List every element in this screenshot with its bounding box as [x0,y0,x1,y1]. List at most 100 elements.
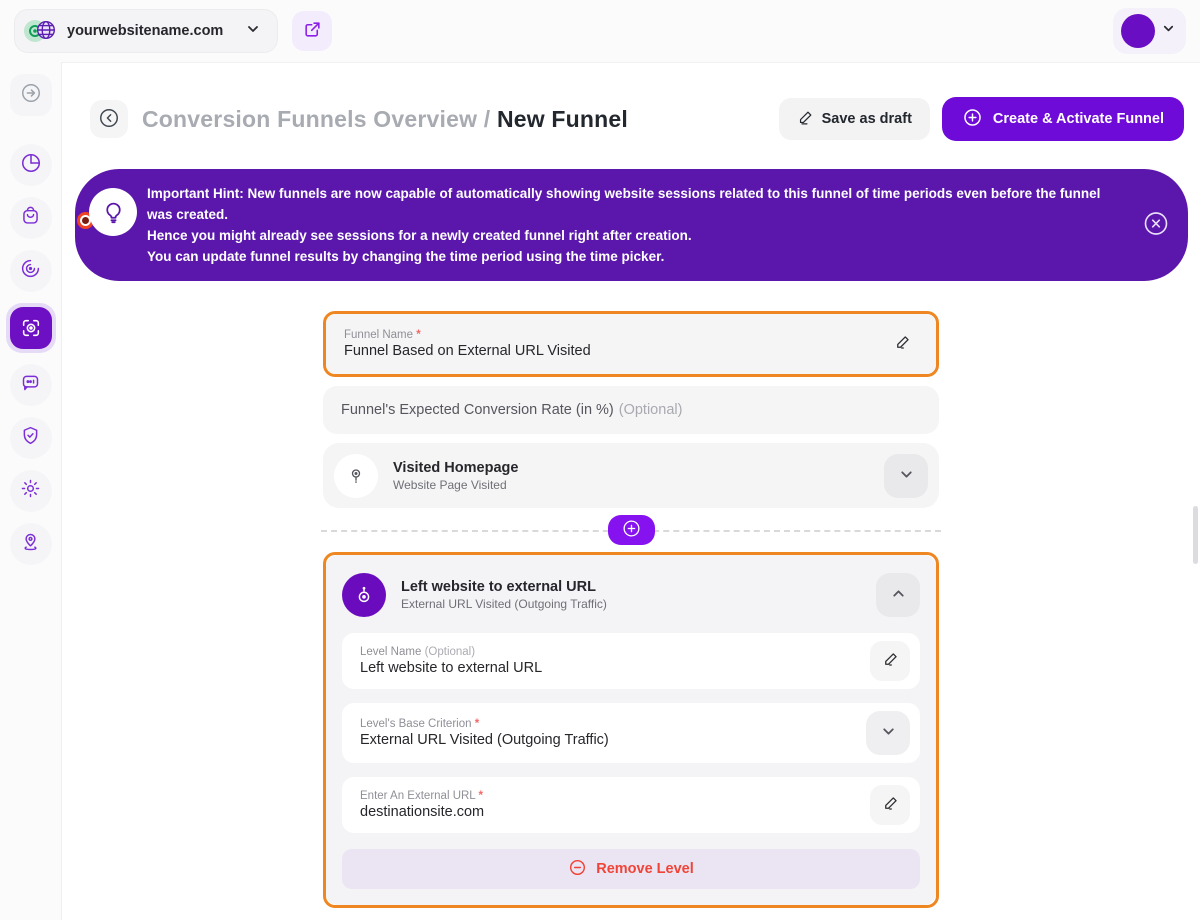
sidebar-item-feedback[interactable] [10,364,52,406]
base-criterion-label: Level's Base Criterion * [360,718,866,730]
breadcrumb-parent[interactable]: Conversion Funnels Overview [142,106,477,132]
plus-circle-icon [621,518,642,542]
arrow-left-circle-icon [98,107,120,132]
level-2-title: Left website to external URL [401,579,876,595]
chevron-down-icon [880,723,897,743]
add-level-button[interactable] [608,515,655,545]
external-url-edit-button[interactable] [870,785,910,825]
website-name: yourwebsitename.com [67,23,235,39]
location-pin-icon [20,531,41,557]
minus-circle-icon [568,858,587,881]
funnel-name-field[interactable]: Funnel Name * Funnel Based on External U… [326,314,936,374]
sidebar-item-locations[interactable] [10,523,52,565]
external-url-value[interactable]: destinationsite.com [360,804,870,820]
base-criterion-value[interactable]: External URL Visited (Outgoing Traffic) [360,732,866,748]
sidebar-item-dashboard[interactable] [10,144,52,186]
website-selector[interactable]: yourwebsitename.com [14,9,278,53]
breadcrumb-separator: / [484,106,491,132]
sidebar-item-privacy[interactable] [10,417,52,459]
external-url-label: Enter An External URL * [360,790,870,802]
shopping-bag-icon [20,205,41,231]
conversion-rate-placeholder: Funnel's Expected Conversion Rate (in %) [341,402,614,418]
level-1-title: Visited Homepage [393,460,884,476]
edit-pencil-icon [881,650,900,672]
level-name-label: Level Name (Optional) [360,646,870,658]
level-name-value[interactable]: Left website to external URL [360,660,870,676]
save-as-draft-label: Save as draft [822,111,912,127]
add-level-divider [323,515,939,545]
chevron-down-icon [245,21,261,42]
level-2-collapse-button[interactable] [876,573,920,617]
funnel-name-edit-button[interactable] [882,324,922,364]
sidebar-item-sessions[interactable] [10,250,52,292]
page-title: New Funnel [497,106,628,132]
funnel-form: Funnel Name * Funnel Based on External U… [323,311,939,920]
chevron-down-icon [1161,21,1176,41]
close-circle-icon [1142,210,1170,241]
base-criterion-dropdown-button[interactable] [866,711,910,755]
funnel-scan-icon [10,307,52,349]
plus-circle-icon [962,107,983,132]
page-header: Conversion Funnels Overview / New Funnel… [62,63,1200,141]
pie-chart-icon [20,152,42,179]
sidebar-item-funnels[interactable] [6,303,56,353]
site-globe-icon [23,17,57,45]
sidebar-item-settings[interactable] [10,470,52,512]
shield-check-icon [20,425,41,451]
header-actions: Save as draft Create & Activate Funnel [779,97,1184,141]
settings-gear-icon [20,478,41,504]
save-as-draft-button[interactable]: Save as draft [779,98,930,140]
funnel-name-label: Funnel Name * [344,329,882,341]
level-2-subtitle: External URL Visited (Outgoing Traffic) [401,597,876,611]
account-menu[interactable] [1113,8,1186,54]
remove-level-label: Remove Level [596,861,694,877]
hint-line-1: Important Hint: New funnels are now capa… [147,183,1116,225]
page-pin-icon [334,454,378,498]
main-content: Conversion Funnels Overview / New Funnel… [62,62,1200,920]
required-asterisk: * [475,718,479,730]
required-asterisk: * [416,329,420,341]
edit-pencil-icon [797,109,814,130]
sidebar-collapse-button[interactable] [10,74,52,116]
top-bar: yourwebsitename.com [0,0,1200,62]
edit-pencil-icon [881,794,900,816]
level-name-field[interactable]: Level Name (Optional) Left website to ex… [342,633,920,689]
chevron-up-icon [890,585,907,605]
level-2-highlight: Left website to external URL External UR… [323,552,939,908]
sidebar-nav [0,62,62,920]
funnel-name-highlight: Funnel Name * Funnel Based on External U… [323,311,939,377]
level-name-edit-button[interactable] [870,641,910,681]
chat-feedback-icon [20,372,41,398]
external-link-icon [303,20,322,42]
hint-banner-close-button[interactable] [1142,210,1170,241]
open-website-button[interactable] [292,11,332,51]
optional-mark: (Optional) [425,646,476,658]
external-url-field[interactable]: Enter An External URL * destinationsite.… [342,777,920,833]
sessions-spiral-icon [20,258,41,284]
breadcrumb: Conversion Funnels Overview / New Funnel [142,106,628,133]
hint-line-3: You can update funnel results by changin… [147,246,1116,267]
funnel-name-value[interactable]: Funnel Based on External URL Visited [344,343,882,359]
hint-banner: Important Hint: New funnels are now capa… [75,169,1188,281]
sidebar-collapse-icon [20,82,42,109]
user-avatar-circle [1121,14,1155,48]
create-activate-funnel-label: Create & Activate Funnel [993,111,1164,127]
optional-mark: (Optional) [619,402,683,418]
hint-banner-text: Important Hint: New funnels are now capa… [147,183,1160,267]
conversion-rate-field[interactable]: Funnel's Expected Conversion Rate (in %)… [323,386,939,434]
edit-pencil-icon [893,333,912,355]
back-button[interactable] [90,100,128,138]
create-activate-funnel-button[interactable]: Create & Activate Funnel [942,97,1184,141]
level-2-header: Left website to external URL External UR… [342,567,920,631]
remove-level-button[interactable]: Remove Level [342,849,920,889]
chevron-down-icon [898,466,915,486]
lightbulb-icon [89,188,137,236]
base-criterion-field[interactable]: Level's Base Criterion * External URL Vi… [342,703,920,763]
level-2-card: Left website to external URL External UR… [326,555,936,905]
sidebar-item-ecommerce[interactable] [10,197,52,239]
hint-line-2: Hence you might already see sessions for… [147,225,1116,246]
required-asterisk: * [478,790,482,802]
level-1-expand-button[interactable] [884,454,928,498]
level-1-card: Visited Homepage Website Page Visited [323,443,939,508]
scrollbar-thumb[interactable] [1193,506,1198,564]
